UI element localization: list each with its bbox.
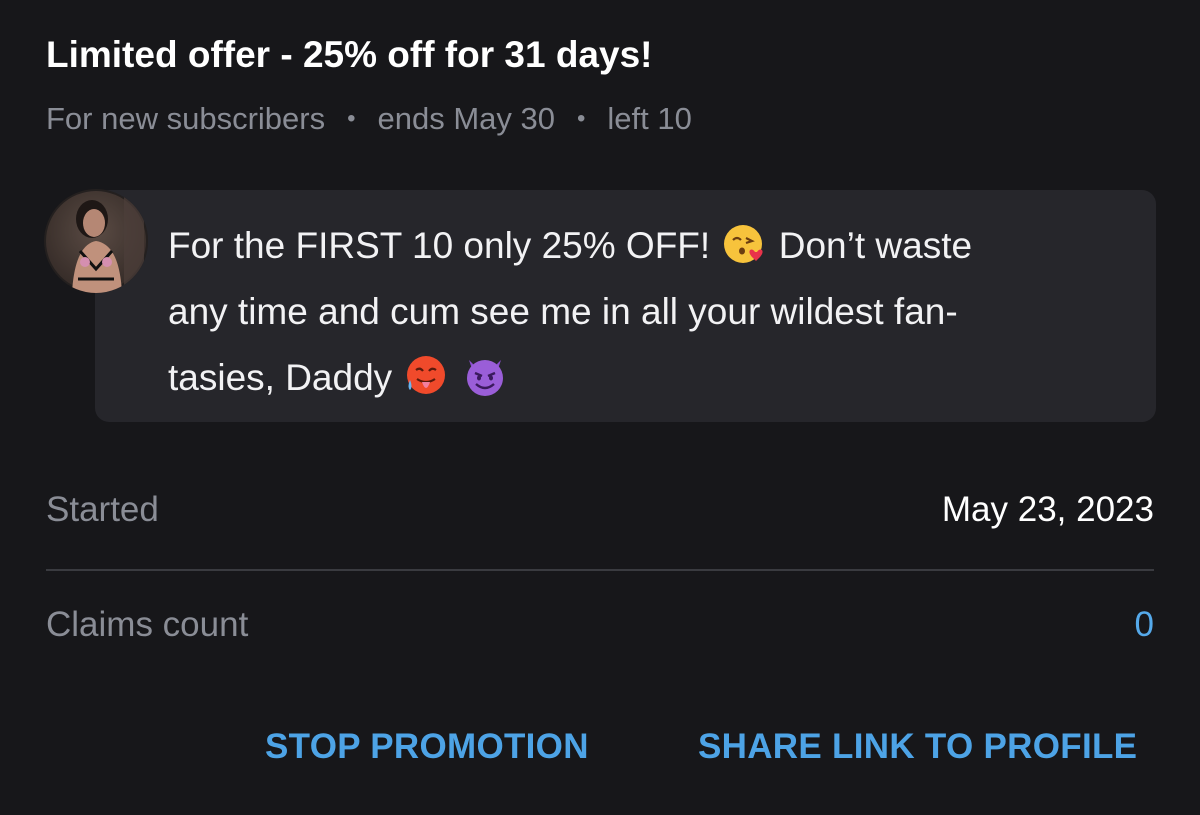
separator-dot-icon: • [577,105,586,132]
separator-dot-icon: • [347,105,356,132]
offer-audience: For new subscribers [46,101,326,136]
message-line-2: any time and cum see me in all your wild… [168,291,958,332]
divider [46,569,1154,571]
started-label: Started [46,490,159,529]
hot-face-emoji-icon [407,356,446,395]
message-line-1-continued: Don’t waste [778,225,973,266]
offer-meta: For new subscribers • ends May 30 • left… [46,101,692,137]
kissing-heart-emoji-icon [724,225,764,264]
claims-count-value[interactable]: 0 [1135,605,1154,645]
message-line-3: tasies, Daddy [168,357,393,398]
smiling-devil-emoji-icon [466,360,503,397]
promo-message-text: For the FIRST 10 only 25% OFF! Don’t was… [168,213,1128,411]
avatar-image [44,189,148,293]
offer-remaining: left 10 [607,101,692,136]
share-link-to-profile-button[interactable]: SHARE LINK TO PROFILE [698,727,1137,767]
offer-title: Limited offer - 25% off for 31 days! [46,34,653,75]
offer-end-date: ends May 30 [377,101,556,136]
avatar[interactable] [44,189,148,293]
started-value: May 23, 2023 [941,490,1154,529]
stop-promotion-button[interactable]: STOP PROMOTION [265,727,589,767]
claims-row: Claims count 0 [46,605,1154,645]
claims-label: Claims count [46,605,249,644]
message-line-1: For the FIRST 10 only 25% OFF! [168,225,711,266]
started-row: Started May 23, 2023 [46,490,1154,530]
